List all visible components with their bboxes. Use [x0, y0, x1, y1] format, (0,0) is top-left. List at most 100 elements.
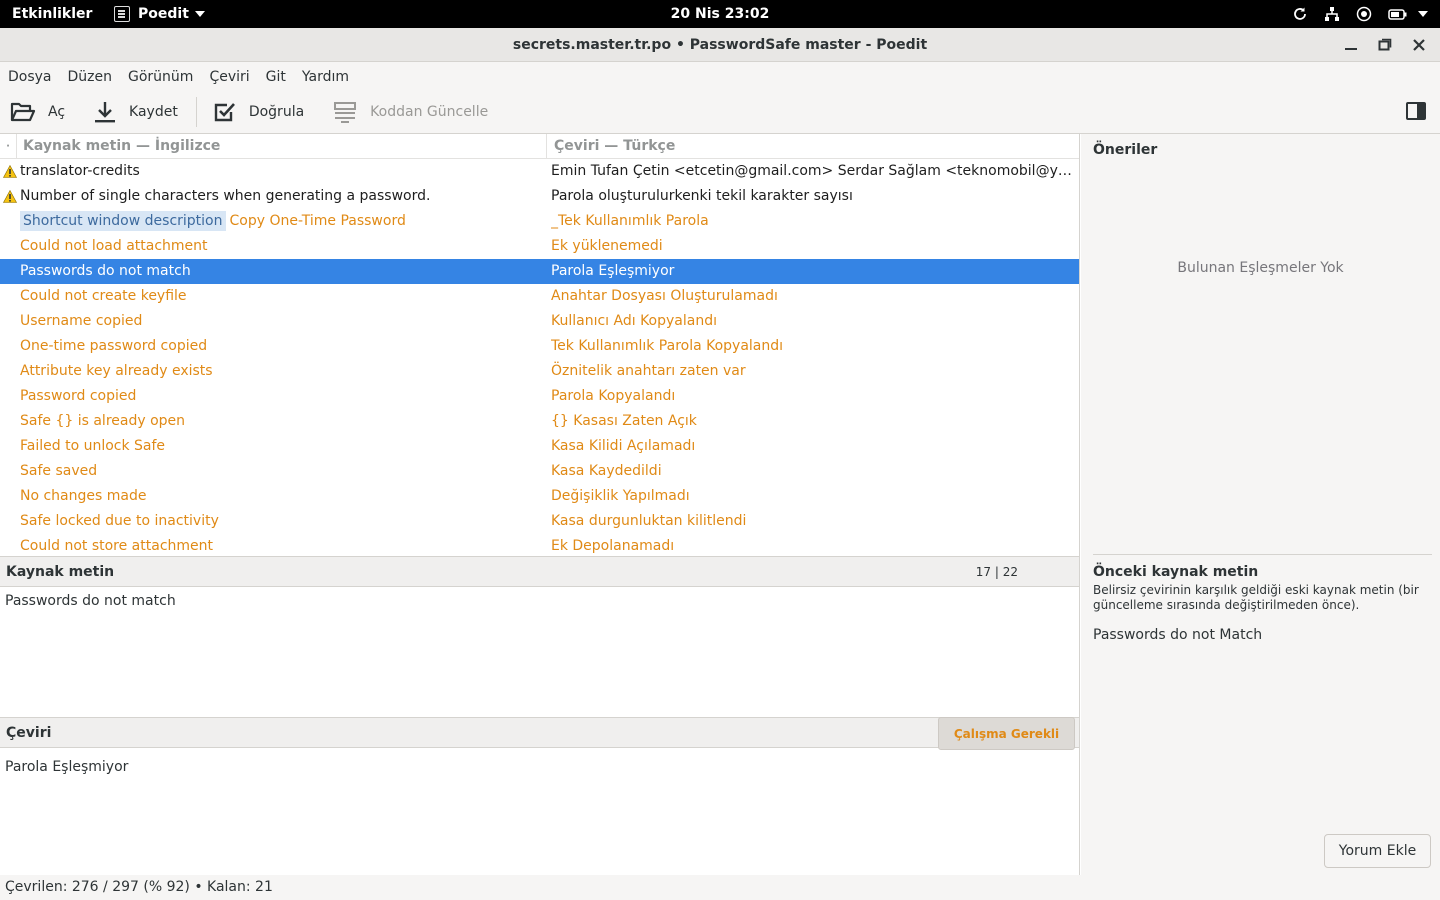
row-translation-text: Anahtar Dosyası Oluşturulamadı: [551, 288, 778, 304]
row-source-text: Could not store attachment: [20, 538, 213, 554]
sidebar: Öneriler Bulunan Eşleşmeler Yok Önceki k…: [1081, 134, 1440, 875]
row-source-cell: Username copied: [20, 309, 540, 334]
row-translation-text: Tek Kullanımlık Parola Kopyalandı: [551, 338, 784, 354]
row-source-text: One-time password copied: [20, 338, 208, 354]
list-row[interactable]: Password copied Parola Kopyalandı: [0, 384, 1079, 409]
row-translation-text: {} Kasası Zaten Açık: [551, 413, 697, 429]
row-source-cell: Safe {} is already open: [20, 409, 540, 434]
add-comment-button[interactable]: Yorum Ekle: [1324, 834, 1431, 868]
list-row[interactable]: Could not load attachment Ek yüklenemedi: [0, 234, 1079, 259]
translation-panel-header: Çeviri Çalışma Gerekli: [0, 717, 1079, 750]
warning-icon: [3, 190, 17, 203]
chevron-down-icon: [194, 11, 205, 17]
update-from-code-button[interactable]: Koddan Güncelle: [322, 92, 498, 132]
row-source-cell: Could not create keyfile: [20, 284, 540, 309]
list-row[interactable]: Safe {} is already open {} Kasası Zaten A…: [0, 409, 1079, 434]
needs-work-toggle[interactable]: Çalışma Gerekli: [938, 717, 1075, 750]
row-source-cell: translator-credits: [20, 159, 540, 184]
gnome-top-bar: Etkinlikler Poedit 20 Nis 23:02: [0, 0, 1440, 28]
row-source-text: translator-credits: [20, 163, 140, 179]
row-source-text: Passwords do not match: [20, 263, 191, 279]
save-label: Kaydet: [129, 104, 178, 120]
column-sort-indicator[interactable]: ·: [0, 141, 16, 152]
close-button[interactable]: [1404, 32, 1434, 58]
list-row[interactable]: Could not store attachment Ek Depolanamad…: [0, 534, 1079, 556]
restore-icon: [1378, 38, 1392, 51]
row-source-cell: Shortcut window description Copy One-Time…: [20, 209, 540, 234]
validate-button[interactable]: Doğrula: [203, 92, 314, 132]
folder-open-icon: [10, 102, 36, 122]
status-bar: Çevrilen: 276 / 297 (% 92) • Kalan: 21: [0, 875, 1440, 900]
list-row[interactable]: One-time password copied Tek Kullanımlık …: [0, 334, 1079, 359]
sidebar-toggle-button[interactable]: [1406, 102, 1426, 124]
audio-icon[interactable]: [1356, 6, 1372, 22]
source-panel-title: Kaynak metin: [6, 564, 115, 580]
source-panel-header: Kaynak metin 17 | 22: [0, 556, 1079, 587]
network-icon[interactable]: [1324, 6, 1340, 22]
row-translation-text: Öznitelik anahtarı zaten var: [551, 363, 746, 379]
save-button[interactable]: Kaydet: [83, 92, 188, 132]
battery-icon[interactable]: [1388, 6, 1408, 22]
row-source-cell: Password copied: [20, 384, 540, 409]
previous-source-text: Passwords do not Match: [1093, 627, 1263, 643]
row-translation-text: Parola Kopyalandı: [551, 388, 676, 404]
row-source-text: Safe saved: [20, 463, 98, 479]
toolbar-separator: [195, 97, 197, 127]
window-title: secrets.master.tr.po • PasswordSafe mast…: [512, 36, 928, 53]
row-source-text: Username copied: [20, 313, 143, 329]
toolbar: Aç Kaydet Doğrula Koddan Güncelle: [0, 91, 1440, 134]
row-translation-text: Kasa Kilidi Açılamadı: [551, 438, 696, 454]
title-bar[interactable]: secrets.master.tr.po • PasswordSafe mast…: [0, 28, 1440, 62]
row-source-text: Could not load attachment: [20, 238, 208, 254]
list-row[interactable]: Username copied Kullanıcı Adı Kopyalandı: [0, 309, 1079, 334]
maximize-button[interactable]: [1370, 32, 1400, 58]
row-translation-text: Parola oluşturulurkenki tekil karakter s…: [551, 188, 853, 204]
app-menu-label: Poedit: [138, 6, 189, 22]
list-row[interactable]: Safe saved Kasa Kaydedildi: [0, 459, 1079, 484]
list-row[interactable]: Attribute key already exists Öznitelik an…: [0, 359, 1079, 384]
row-source-text: No changes made: [20, 488, 147, 504]
list-row[interactable]: Shortcut window description Copy One-Time…: [0, 209, 1079, 234]
column-header-translation[interactable]: Çeviri — Türkçe: [546, 134, 1079, 159]
download-save-icon: [95, 102, 116, 123]
clock[interactable]: 20 Nis 23:02: [671, 6, 770, 22]
list-header: · Kaynak metin — İngilizce Çeviri — Türk…: [0, 134, 1079, 159]
row-source-cell: Number of single characters when generat…: [20, 184, 540, 209]
list-row[interactable]: No changes made Değişiklik Yapılmadı: [0, 484, 1079, 509]
poedit-app-icon: [114, 6, 130, 22]
open-button[interactable]: Aç: [0, 92, 75, 132]
translation-input[interactable]: Parola Eşleşmiyor: [0, 748, 1079, 786]
translation-list[interactable]: translator-credits Emin Tufan Çetin <etce…: [0, 159, 1079, 556]
row-translation-text: _Tek Kullanımlık Parola: [551, 213, 709, 229]
poedit-window: secrets.master.tr.po • PasswordSafe mast…: [0, 28, 1440, 900]
menu-help[interactable]: Yardım: [302, 69, 349, 85]
list-row-selected[interactable]: Passwords do not match Parola Eşleşmiyor: [0, 259, 1079, 284]
row-source-text: Failed to unlock Safe: [20, 438, 166, 454]
row-translation-text: Ek Depolanamadı: [551, 538, 675, 554]
system-tray[interactable]: [1292, 0, 1428, 28]
menu-translation[interactable]: Çeviri: [209, 69, 249, 85]
list-row[interactable]: Failed to unlock Safe Kasa Kilidi Açılama…: [0, 434, 1079, 459]
minimize-icon: [1345, 48, 1357, 50]
window-controls: [1336, 28, 1434, 62]
menu-edit[interactable]: Düzen: [68, 69, 113, 85]
list-row[interactable]: Safe locked due to inactivity Kasa durgun…: [0, 509, 1079, 534]
list-row[interactable]: translator-credits Emin Tufan Çetin <etce…: [0, 159, 1079, 184]
system-menu-chevron-icon[interactable]: [1418, 11, 1428, 17]
warning-icon: [3, 165, 17, 178]
minimize-button[interactable]: [1336, 32, 1366, 58]
menu-file[interactable]: Dosya: [8, 69, 52, 85]
list-row[interactable]: Number of single characters when generat…: [0, 184, 1079, 209]
app-menu[interactable]: Poedit: [114, 6, 205, 22]
menu-git[interactable]: Git: [266, 69, 286, 85]
row-source-text: Password copied: [20, 388, 137, 404]
menu-view[interactable]: Görünüm: [128, 69, 193, 85]
refresh-icon[interactable]: [1292, 6, 1308, 22]
activities-button[interactable]: Etkinlikler: [0, 6, 100, 22]
column-header-source[interactable]: Kaynak metin — İngilizce: [16, 134, 546, 159]
row-source-cell: Safe locked due to inactivity: [20, 509, 540, 534]
row-source-cell: No changes made: [20, 484, 540, 509]
list-row[interactable]: Could not create keyfile Anahtar Dosyası …: [0, 284, 1079, 309]
row-source-text: Safe {} is already open: [20, 413, 186, 429]
row-source-text: Copy One-Time Password: [229, 213, 406, 229]
